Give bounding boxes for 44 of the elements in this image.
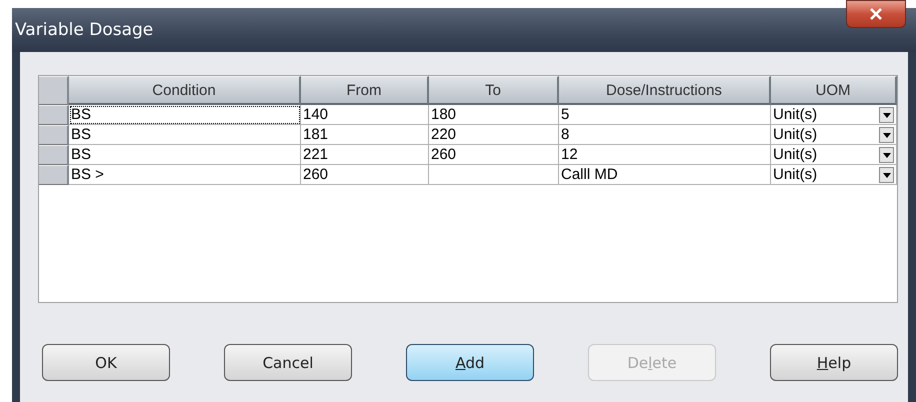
table-cell: 220 <box>429 125 559 145</box>
dropdown-field[interactable]: Unit(s) <box>771 105 897 125</box>
dropdown-field[interactable]: Unit(s) <box>771 145 897 165</box>
dropdown-button[interactable] <box>879 107 894 123</box>
table-cell: 180 <box>429 105 559 125</box>
dialog-button[interactable]: Cancel <box>224 344 352 381</box>
table-cell: 221 <box>301 145 429 165</box>
row-header[interactable] <box>39 165 69 185</box>
caret-icon <box>882 152 890 158</box>
table-cell: 8 <box>559 125 771 145</box>
table-cell: 181 <box>301 125 429 145</box>
dialog-button[interactable]: OK <box>42 344 170 381</box>
table-cell: BS <box>69 125 301 145</box>
table-cell: BS <box>69 105 301 125</box>
row-header[interactable] <box>39 145 69 165</box>
dialog-button[interactable]: Help <box>770 344 898 381</box>
column-header[interactable]: Condition <box>69 76 301 105</box>
dropdown-button[interactable] <box>879 167 894 183</box>
dropdown-field[interactable]: Unit(s) <box>771 125 897 145</box>
dropdown-button[interactable] <box>879 147 894 163</box>
caret-icon <box>882 172 890 178</box>
table-cell: 260 <box>301 165 429 185</box>
column-header[interactable]: UOM <box>771 76 897 105</box>
row-header[interactable] <box>39 105 69 125</box>
dialog-button[interactable]: Add <box>406 344 534 381</box>
table-cell: 5 <box>559 105 771 125</box>
close-button[interactable] <box>846 0 906 28</box>
table-cell: BS <box>69 145 301 165</box>
column-header[interactable]: Dose/Instructions <box>559 76 771 105</box>
table-cell: BS > <box>69 165 301 185</box>
corner-header <box>39 76 69 105</box>
dropdown-button[interactable] <box>879 127 894 143</box>
table-cell: 140 <box>301 105 429 125</box>
dropdown-field[interactable]: Unit(s) <box>771 165 897 185</box>
table-cell: 260 <box>429 145 559 165</box>
close-icon <box>869 8 883 20</box>
table-cell: 12 <box>559 145 771 165</box>
caret-icon <box>882 132 890 138</box>
caret-icon <box>882 112 890 118</box>
row-header[interactable] <box>39 125 69 145</box>
column-header[interactable]: From <box>301 76 429 105</box>
table-cell: Calll MD <box>559 165 771 185</box>
window-title: Variable Dosage <box>15 20 154 40</box>
column-header[interactable]: To <box>429 76 559 105</box>
